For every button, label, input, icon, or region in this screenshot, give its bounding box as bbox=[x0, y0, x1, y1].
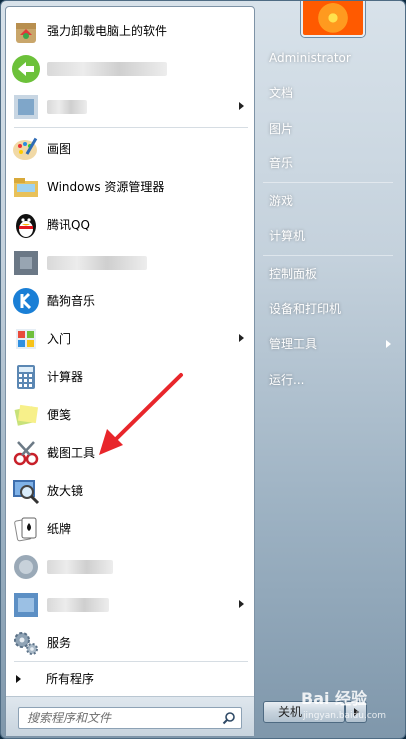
right-item-pictures[interactable]: 图片 bbox=[263, 114, 399, 144]
search-area bbox=[6, 696, 254, 736]
submenu-arrow-icon bbox=[239, 334, 244, 342]
right-item-devices-printers[interactable]: 设备和打印机 bbox=[263, 294, 399, 324]
program-item-blurred-4[interactable] bbox=[6, 549, 254, 585]
right-item-music[interactable]: 音乐 bbox=[263, 148, 399, 178]
program-item-getting-started[interactable]: 入门 bbox=[6, 321, 254, 357]
all-programs-label: 所有程序 bbox=[46, 672, 95, 686]
program-label: 入门 bbox=[47, 332, 72, 346]
watermark-text: Bai 经验 bbox=[301, 689, 368, 708]
program-label: 画图 bbox=[47, 142, 72, 156]
separator bbox=[14, 661, 248, 662]
program-item-qq[interactable]: 腾讯QQ bbox=[6, 207, 254, 243]
program-item-uninstaller[interactable]: 强力卸载电脑上的软件 bbox=[6, 13, 254, 49]
right-item-documents[interactable]: 文档 bbox=[263, 78, 399, 108]
blurred-label bbox=[47, 100, 87, 114]
gears-icon bbox=[14, 632, 38, 655]
program-item-explorer[interactable]: Windows 资源管理器 bbox=[6, 169, 254, 205]
program-item-blurred-2[interactable] bbox=[6, 89, 254, 125]
program-label: 计算器 bbox=[47, 370, 84, 384]
program-item-magnifier[interactable]: 放大镜 bbox=[6, 473, 254, 509]
right-item-computer[interactable]: 计算机 bbox=[263, 221, 399, 251]
program-label: 强力卸载电脑上的软件 bbox=[47, 24, 168, 38]
blue-app-icon bbox=[14, 95, 38, 119]
program-label: 放大镜 bbox=[47, 484, 84, 498]
paint-palette-icon bbox=[13, 137, 38, 160]
dark-app-icon bbox=[14, 251, 38, 275]
right-item-label: 设备和打印机 bbox=[269, 302, 342, 316]
program-item-blurred-5[interactable] bbox=[6, 587, 254, 623]
program-label: Windows 资源管理器 bbox=[47, 180, 165, 194]
program-item-sticky-notes[interactable]: 便笺 bbox=[6, 397, 254, 433]
program-label: 纸牌 bbox=[47, 522, 72, 536]
kugou-k-icon bbox=[13, 288, 39, 314]
getting-started-icon bbox=[16, 329, 36, 349]
right-item-label: 文档 bbox=[269, 86, 294, 100]
magnifier-icon bbox=[13, 480, 40, 505]
right-item-run[interactable]: 运行... bbox=[263, 365, 399, 395]
separator bbox=[14, 127, 248, 128]
uninstall-icon bbox=[16, 23, 36, 43]
right-item-label: 管理工具 bbox=[269, 337, 318, 351]
blue-app-icon-2 bbox=[14, 593, 38, 617]
program-label: 腾讯QQ bbox=[47, 218, 90, 232]
qq-penguin-icon bbox=[16, 214, 36, 238]
submenu-arrow-icon bbox=[239, 600, 244, 608]
right-item-admin-tools[interactable]: 管理工具 bbox=[263, 329, 399, 359]
submenu-arrow-icon bbox=[386, 340, 391, 348]
search-icon[interactable] bbox=[222, 711, 236, 725]
program-item-paint[interactable]: 画图 bbox=[6, 131, 254, 167]
program-item-blurred-3[interactable] bbox=[6, 245, 254, 281]
blurred-label bbox=[47, 560, 113, 574]
program-label: 截图工具 bbox=[47, 446, 96, 460]
playing-cards-icon bbox=[14, 517, 37, 542]
folder-explorer-icon bbox=[14, 178, 38, 197]
program-item-calculator[interactable]: 计算器 bbox=[6, 359, 254, 395]
scissors-icon bbox=[13, 441, 39, 466]
submenu-arrow-icon bbox=[239, 102, 244, 110]
right-item-games[interactable]: 游戏 bbox=[263, 186, 399, 216]
right-item-label: 音乐 bbox=[269, 156, 294, 170]
right-item-label: 图片 bbox=[269, 122, 294, 136]
right-item-label: 控制面板 bbox=[269, 267, 318, 281]
right-item-user[interactable]: Administrator bbox=[263, 43, 399, 73]
user-name: Administrator bbox=[269, 51, 351, 65]
search-box[interactable] bbox=[18, 707, 242, 729]
program-item-blurred-1[interactable] bbox=[6, 51, 254, 87]
all-programs-arrow-icon bbox=[16, 675, 21, 683]
right-item-label: 游戏 bbox=[269, 194, 294, 208]
program-item-services[interactable]: 服务 bbox=[6, 625, 254, 661]
program-label: 酷狗音乐 bbox=[47, 294, 96, 308]
right-item-label: 运行... bbox=[269, 373, 305, 387]
programs-panel: 强力卸载电脑上的软件 画图 Windows 资源管理器 腾讯QQ 酷狗音乐 入门… bbox=[5, 6, 255, 737]
watermark-sub: jingyan.baidu.com bbox=[303, 711, 387, 721]
green-app-icon bbox=[12, 55, 40, 83]
blurred-label bbox=[47, 598, 109, 612]
sticky-notes-icon bbox=[14, 404, 39, 426]
search-input[interactable] bbox=[19, 708, 215, 728]
separator bbox=[263, 255, 393, 256]
blurred-label bbox=[47, 256, 147, 270]
globe-app-icon bbox=[14, 555, 38, 579]
program-label: 服务 bbox=[47, 636, 72, 650]
start-menu: 强力卸载电脑上的软件 画图 Windows 资源管理器 腾讯QQ 酷狗音乐 入门… bbox=[0, 0, 406, 739]
shutdown-label: 关机 bbox=[278, 705, 303, 719]
program-item-snipping-tool[interactable]: 截图工具 bbox=[6, 435, 254, 471]
program-item-kugou[interactable]: 酷狗音乐 bbox=[6, 283, 254, 319]
separator bbox=[263, 182, 393, 183]
program-label: 便笺 bbox=[47, 408, 72, 422]
watermark: Bai 经验 jingyan.baidu.com bbox=[301, 685, 401, 735]
blurred-label bbox=[47, 62, 167, 76]
user-picture-avatar[interactable] bbox=[301, 1, 365, 37]
program-item-solitaire[interactable]: 纸牌 bbox=[6, 511, 254, 547]
right-item-control-panel[interactable]: 控制面板 bbox=[263, 259, 399, 289]
all-programs-button[interactable]: 所有程序 bbox=[6, 664, 254, 694]
right-item-label: 计算机 bbox=[269, 229, 306, 243]
calculator-icon bbox=[17, 365, 35, 389]
